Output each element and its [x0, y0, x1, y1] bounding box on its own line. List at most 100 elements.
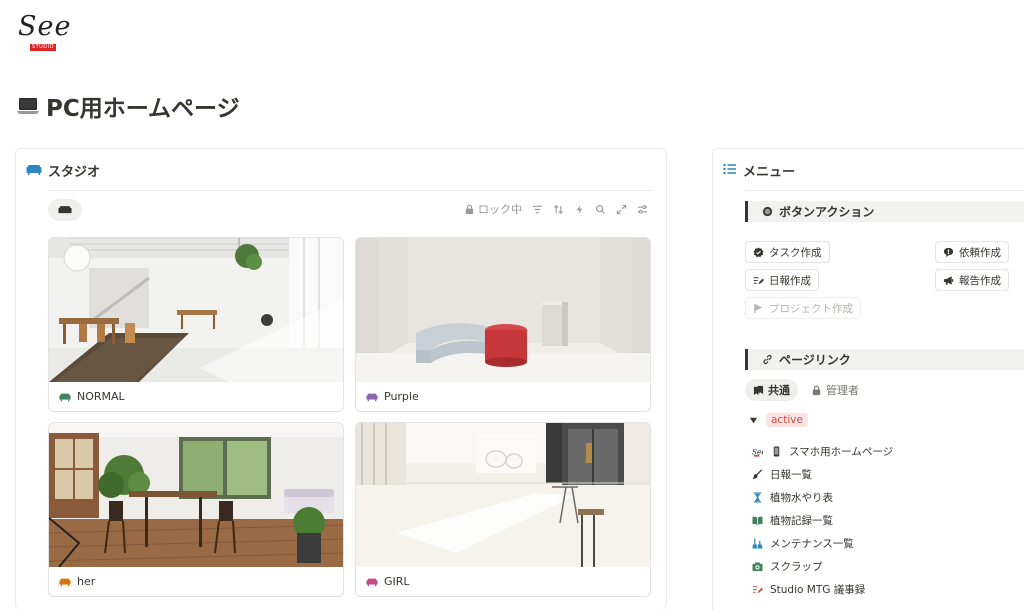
studio-photo-normal	[49, 238, 343, 382]
gallery-card-her[interactable]: her	[48, 422, 344, 597]
sofa-icon	[366, 393, 378, 401]
link-plant-watering[interactable]: 植物水やり表	[751, 488, 833, 506]
lightning-icon	[576, 204, 583, 214]
smartphone-icon	[770, 445, 782, 457]
card-label-text: Purple	[384, 390, 419, 403]
write-icon	[751, 583, 763, 595]
camera-icon	[751, 560, 763, 572]
filter-button[interactable]	[532, 204, 543, 215]
card-label-text: GIRL	[384, 575, 410, 588]
create-project-label: プロジェクト作成	[769, 302, 853, 315]
expand-button[interactable]	[616, 204, 627, 215]
write-icon	[753, 276, 764, 284]
card-title-girl: GIRL	[366, 575, 410, 588]
lock-status[interactable]: ロック中	[464, 201, 522, 217]
sort-button[interactable]	[553, 204, 564, 215]
active-toggle[interactable]: active	[749, 413, 808, 427]
sofa-icon	[366, 578, 378, 586]
page-link-title: ページリンク	[779, 353, 851, 367]
link-scrap[interactable]: スクラップ	[751, 557, 823, 575]
gallery-card-normal[interactable]: NORMAL	[48, 237, 344, 412]
sort-icon	[553, 204, 564, 214]
divider	[745, 190, 1024, 191]
sofa-icon	[59, 393, 71, 401]
triangle-down-icon	[749, 417, 758, 423]
card-title-normal: NORMAL	[59, 390, 125, 403]
speech-bubble-icon	[943, 247, 954, 257]
hourglass-icon	[751, 491, 763, 503]
menu-heading: メニュー	[723, 161, 795, 180]
studio-photo-purple	[356, 238, 650, 382]
lock-icon	[465, 204, 474, 214]
link-icon	[763, 354, 772, 365]
broom-icon	[751, 537, 763, 549]
check-badge-icon	[753, 246, 764, 257]
create-report-label: 報告作成	[959, 274, 1001, 287]
create-task-label: タスク作成	[769, 246, 822, 259]
card-label-text: NORMAL	[77, 390, 125, 403]
card-label-text: her	[77, 575, 96, 588]
tab-admin-label: 管理者	[826, 384, 859, 397]
link-daily-report-list[interactable]: 日報一覧	[751, 465, 812, 483]
laptop-icon	[16, 96, 40, 116]
link-label: 日報一覧	[770, 468, 812, 481]
active-badge: active	[766, 413, 808, 427]
tab-admin[interactable]: 管理者	[803, 379, 867, 401]
automation-button[interactable]	[574, 204, 585, 215]
link-label: 植物水やり表	[770, 491, 833, 504]
create-request-button[interactable]: 依頼作成	[935, 241, 1009, 263]
link-label: 植物記録一覧	[770, 514, 833, 527]
gallery-card-purple[interactable]: Purple	[355, 237, 651, 412]
link-label: スクラップ	[770, 560, 823, 573]
tab-common[interactable]: 共通	[745, 379, 798, 401]
logo: See STUDIO	[18, 12, 78, 56]
create-task-button[interactable]: タスク作成	[745, 241, 830, 263]
list-icon	[723, 163, 737, 179]
flag-icon	[754, 303, 763, 313]
button-action-title: ボタンアクション	[779, 205, 875, 219]
menu-panel: メニュー ボタンアクション タスク作成 依頼作成 日報作成 報告作成 プロジェク…	[712, 148, 1024, 610]
page-title: PC用ホームページ	[16, 90, 240, 122]
search-icon	[595, 204, 606, 214]
search-button[interactable]	[595, 204, 606, 215]
link-maintenance-list[interactable]: メンテナンス一覧	[751, 534, 854, 552]
sofa-icon	[59, 578, 71, 586]
card-title-her: her	[59, 575, 95, 588]
logo-text: See	[18, 11, 72, 42]
megaphone-icon	[943, 275, 954, 285]
card-title-purple: Purple	[366, 390, 419, 403]
divider	[48, 190, 652, 191]
link-label: Studio MTG 議事録	[770, 583, 866, 596]
create-daily-report-label: 日報作成	[769, 274, 811, 287]
database-toolbar: ロック中	[464, 201, 648, 217]
menu-title: メニュー	[743, 165, 796, 180]
button-action-callout: ボタンアクション	[745, 201, 1024, 222]
page-link-callout: ページリンク	[745, 349, 1024, 370]
record-button-icon	[762, 206, 773, 217]
sliders-icon	[637, 204, 648, 214]
link-studio-mtg-minutes[interactable]: Studio MTG 議事録	[751, 580, 865, 598]
settings-button[interactable]	[637, 204, 648, 215]
create-request-label: 依頼作成	[959, 246, 1001, 259]
create-project-button[interactable]: プロジェクト作成	[745, 297, 861, 319]
create-report-button[interactable]: 報告作成	[935, 269, 1009, 291]
brush-icon	[751, 468, 763, 480]
bookmarks-icon	[753, 385, 764, 395]
sofa-view-icon	[58, 205, 72, 213]
lock-icon	[812, 385, 821, 395]
link-smartphone-homepage[interactable]: See スマホ用ホームページ	[751, 442, 894, 460]
studio-photo-girl	[356, 423, 650, 567]
see-logo-icon: See	[751, 445, 763, 457]
gallery-card-girl[interactable]: GIRL	[355, 422, 651, 597]
studio-photo-her	[49, 423, 343, 567]
link-label: スマホ用ホームページ	[789, 445, 894, 458]
lock-label: ロック中	[478, 203, 522, 216]
open-book-icon	[751, 514, 763, 526]
studio-heading: スタジオ	[26, 161, 100, 180]
gallery-view-tab[interactable]	[48, 199, 82, 221]
filter-icon	[532, 205, 543, 213]
create-daily-report-button[interactable]: 日報作成	[745, 269, 819, 291]
studio-panel: スタジオ ロック中 NORMAL Purple her GIRL	[15, 148, 667, 610]
link-plant-records[interactable]: 植物記録一覧	[751, 511, 833, 529]
sofa-icon	[26, 162, 42, 180]
